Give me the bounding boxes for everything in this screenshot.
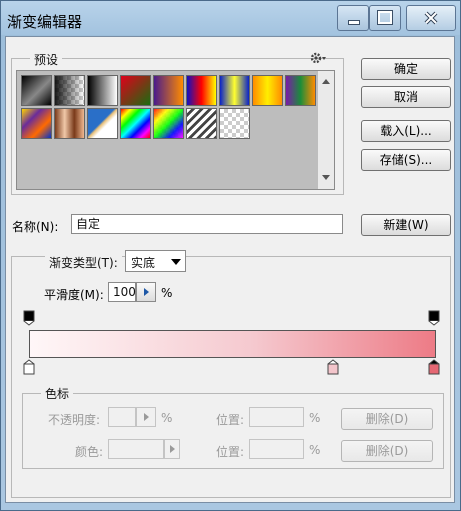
color-stop-right[interactable]: [428, 359, 440, 375]
preset-swatches: [16, 70, 335, 190]
color-swatch[interactable]: [108, 439, 164, 459]
preset-transparent-stripes[interactable]: [186, 108, 217, 139]
color-stop-group-label: 色标: [41, 385, 74, 402]
presets-label: 预设: [30, 51, 63, 68]
opacity-stop-left[interactable]: [23, 310, 35, 326]
play-arrow-icon: [144, 413, 149, 421]
maximize-button[interactable]: [369, 5, 401, 31]
gradient-type-label: 渐变类型(T):: [45, 254, 122, 271]
opacity-percent: %: [161, 411, 173, 425]
close-button[interactable]: [406, 5, 456, 31]
color-location-percent: %: [309, 443, 321, 457]
chevron-down-icon: [171, 259, 181, 265]
preset-white-black[interactable]: [87, 75, 118, 106]
scroll-up-arrow[interactable]: [322, 79, 330, 84]
save-button[interactable]: 存储(S)...: [361, 149, 451, 171]
opacity-slider-button[interactable]: [136, 407, 156, 427]
color-stop-left[interactable]: [23, 359, 35, 375]
name-label: 名称(N):: [12, 220, 59, 234]
gradient-type-dropdown[interactable]: 实底: [125, 250, 186, 272]
smoothness-percent: %: [161, 286, 173, 300]
play-arrow-icon: [144, 288, 149, 296]
preset-blue-yellow-blue[interactable]: [219, 75, 250, 106]
opacity-location-input[interactable]: [249, 407, 304, 427]
minimize-button[interactable]: [337, 5, 369, 31]
preset-red-green[interactable]: [120, 75, 151, 106]
close-icon: [424, 11, 438, 25]
preset-transparent-rainbow[interactable]: [153, 108, 184, 139]
smoothness-slider-button[interactable]: [136, 282, 156, 302]
preset-orange-yellow-orange[interactable]: [252, 75, 283, 106]
smoothness-label: 平滑度(M):: [44, 288, 104, 302]
opacity-input[interactable]: [108, 407, 136, 427]
preset-violet-green-orange[interactable]: [285, 75, 316, 106]
window-title: 渐变编辑器: [7, 13, 83, 31]
name-input[interactable]: 自定: [71, 214, 343, 234]
play-arrow-icon: [170, 445, 175, 453]
preset-spectrum[interactable]: [120, 108, 151, 139]
opacity-location-label: 位置:: [216, 413, 245, 427]
color-location-label: 位置:: [216, 445, 245, 459]
smoothness-input[interactable]: 100: [108, 282, 136, 302]
delete-opacity-stop-button[interactable]: 删除(D): [341, 408, 433, 430]
title-bar[interactable]: 渐变编辑器: [1, 1, 460, 35]
opacity-label: 不透明度:: [48, 413, 101, 427]
presets-scrollbar[interactable]: [318, 70, 335, 190]
gradient-preview-bar[interactable]: [29, 330, 436, 358]
gear-icon[interactable]: [309, 51, 327, 65]
preset-violet-orange[interactable]: [153, 75, 184, 106]
new-button[interactable]: 新建(W): [361, 214, 451, 236]
opacity-location-percent: %: [309, 411, 321, 425]
preset-blue-red-yellow[interactable]: [186, 75, 217, 106]
cancel-button[interactable]: 取消: [361, 86, 451, 108]
color-picker-button[interactable]: [164, 439, 180, 459]
minimize-icon: [348, 20, 360, 25]
delete-color-stop-button[interactable]: 删除(D): [341, 440, 433, 462]
color-location-input[interactable]: [249, 439, 304, 459]
preset-yellow-violet-orange-blue[interactable]: [21, 108, 52, 139]
load-button[interactable]: 载入(L)...: [361, 120, 451, 142]
preset-black-white[interactable]: [21, 75, 52, 106]
color-label: 颜色:: [75, 445, 104, 459]
gradient-type-value: 实底: [131, 256, 156, 270]
preset-black-transparent[interactable]: [54, 75, 85, 106]
color-stop-middle[interactable]: [327, 359, 339, 375]
preset-copper[interactable]: [54, 108, 85, 139]
scroll-down-arrow[interactable]: [322, 175, 330, 180]
preset-foreground-transparent[interactable]: [219, 108, 250, 139]
maximize-icon: [377, 10, 393, 25]
opacity-stop-right[interactable]: [428, 310, 440, 326]
ok-button[interactable]: 确定: [361, 58, 451, 80]
preset-chrome[interactable]: [87, 108, 118, 139]
